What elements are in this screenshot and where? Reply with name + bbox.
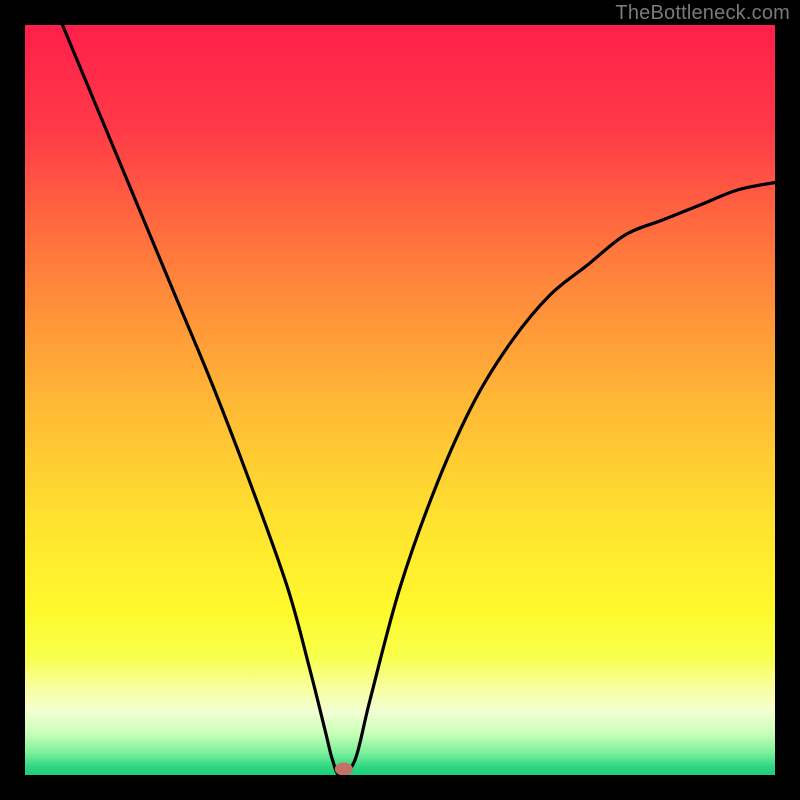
- optimum-marker: [335, 763, 353, 776]
- plot-area: [25, 25, 775, 775]
- chart-frame: TheBottleneck.com: [0, 0, 800, 800]
- plot-svg: [25, 25, 775, 775]
- gradient-background: [25, 25, 775, 775]
- watermark-text: TheBottleneck.com: [615, 2, 790, 25]
